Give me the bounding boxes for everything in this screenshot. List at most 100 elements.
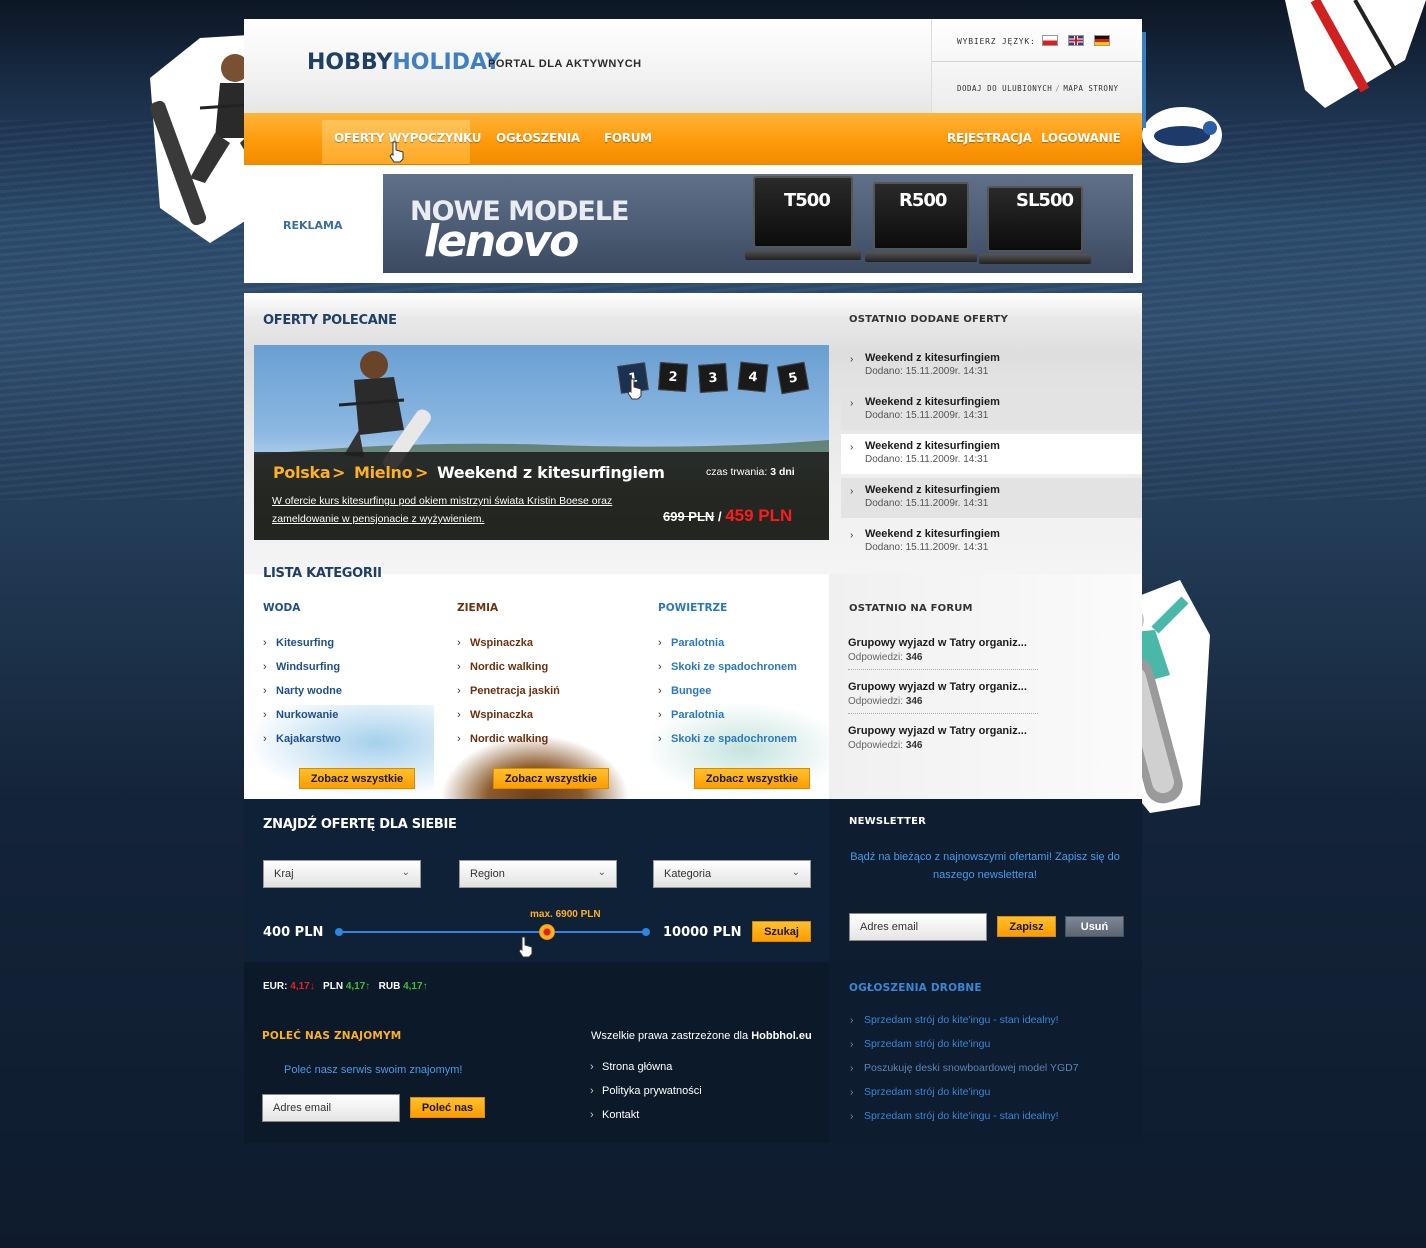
category-link[interactable]: › Nordic walking — [457, 733, 549, 745]
newsletter-text: Bądź na bieżąco z najnowszymi ofertami! … — [850, 851, 1120, 881]
see-all-button[interactable]: Zobacz wszystkie — [694, 768, 810, 789]
footer-link-contact[interactable]: › Kontakt — [590, 1109, 639, 1121]
region-select[interactable]: Region ⌄ — [459, 860, 617, 888]
chevron-right-icon: › — [263, 709, 267, 721]
category-link[interactable]: › Wspinaczka — [457, 709, 533, 721]
slider-max-dot — [642, 928, 650, 936]
footer-link-privacy[interactable]: › Polityka prywatności — [590, 1085, 702, 1097]
favorites-link[interactable]: DODAJ DO ULUBIONYCH — [957, 84, 1052, 93]
register-link[interactable]: REJESTRACJA — [947, 131, 1032, 145]
forum-replies-label: Odpowiedzi: — [848, 652, 904, 663]
search-button[interactable]: Szukaj — [752, 921, 811, 942]
recent-offer-date: Dodano: 15.11.2009r. 14:31 — [865, 454, 989, 465]
hand-cursor-icon — [518, 936, 533, 958]
category-link[interactable]: › Paralotnia — [658, 709, 725, 721]
recent-offer[interactable]: › Weekend z kitesurfingiem Dodano: 15.11.2… — [841, 390, 1142, 430]
classified-item[interactable]: › Sprzedam strój do kite'ingu — [850, 1038, 990, 1050]
currency-code: PLN — [323, 981, 344, 992]
hand-cursor-icon — [627, 378, 642, 400]
categories-title: LISTA KATEGORII — [263, 566, 382, 581]
recent-offer-date: Dodano: 15.11.2009r. 14:31 — [865, 498, 989, 509]
currency-code: RUB — [378, 981, 401, 992]
chevron-right-icon: › — [658, 733, 662, 745]
currency-value: 4,17 — [345, 981, 366, 992]
category-link[interactable]: › Nordic walking — [457, 661, 548, 673]
recent-offer[interactable]: › Weekend z kitesurfingiem Dodano: 15.11.2… — [841, 478, 1142, 518]
category-link-label: Nordic walking — [470, 733, 549, 745]
flag-pl-icon[interactable] — [1042, 35, 1058, 46]
slide-page-2[interactable]: 2 — [658, 362, 688, 392]
new-price: 459 PLN — [725, 506, 793, 525]
classified-item[interactable]: › Poszukuję deski snowboardowej model YGD… — [850, 1062, 1079, 1074]
see-all-button[interactable]: Zobacz wszystkie — [493, 768, 609, 789]
forum-post[interactable]: Grupowy wyjazd w Tatry organiz... Odpowie… — [848, 637, 1038, 670]
nav-item-offers[interactable]: OFERTY WYPOCZYNKU — [334, 131, 482, 145]
forum-replies-label: Odpowiedzi: — [848, 696, 904, 707]
recent-offer-title: Weekend z kitesurfingiem — [865, 352, 1000, 364]
chevron-down-icon: ⌄ — [791, 867, 800, 878]
category-link[interactable]: › Bungee — [658, 685, 711, 697]
offer-description[interactable]: W ofercie kurs kitesurfingu pod okiem mi… — [272, 492, 617, 528]
chevron-right-icon: › — [457, 637, 461, 649]
category-link[interactable]: › Nurkowanie — [263, 709, 338, 721]
classifieds-title: OGŁOSZENIA DROBNE — [849, 982, 982, 994]
category-select[interactable]: Kategoria ⌄ — [653, 860, 811, 888]
category-link-label: Wspinaczka — [470, 709, 533, 721]
crumb-city[interactable]: Mielno — [354, 463, 413, 482]
recommend-title: POLEĆ NAS ZNAJOMYM — [262, 1030, 402, 1042]
footer-link-label: Strona główna — [602, 1061, 673, 1073]
category-link[interactable]: › Windsurfing — [263, 661, 340, 673]
recent-offer-date: Dodano: 15.11.2009r. 14:31 — [865, 366, 989, 377]
crumb-country[interactable]: Polska — [273, 463, 331, 482]
classified-item[interactable]: › Sprzedam strój do kite'ingu - stan idea… — [850, 1014, 1059, 1026]
duration: czas trwania: 3 dni — [706, 466, 795, 478]
country-select[interactable]: Kraj ⌄ — [263, 860, 421, 888]
currency-rates: EUR: 4,17↓ PLN 4,17↑ RUB 4,17↑ — [263, 981, 428, 992]
category-link[interactable]: › Skoki ze spadochronem — [658, 733, 797, 745]
flag-de-icon[interactable] — [1094, 35, 1110, 46]
currency-value: 4,17 — [290, 981, 310, 992]
slide-page-3[interactable]: 3 — [698, 363, 728, 393]
forum-post[interactable]: Grupowy wyjazd w Tatry organiz... Odpowie… — [848, 725, 1038, 751]
category-link-label: Skoki ze spadochronem — [671, 661, 797, 673]
site-logo[interactable]: HOBBYHOLIDAY — [307, 50, 501, 75]
unsubscribe-button[interactable]: Usuń — [1065, 916, 1124, 937]
crumb-offer[interactable]: Weekend z kitesurfingiem — [437, 463, 665, 482]
crumb-sep: > — [415, 463, 429, 482]
category-link-label: Paralotnia — [671, 709, 725, 721]
sitemap-link[interactable]: MAPA STRONY — [1063, 84, 1118, 93]
newsletter-email-input[interactable]: Adres email — [849, 913, 987, 941]
forum-replies-count: 346 — [905, 696, 923, 707]
nav-item-ads[interactable]: OGŁOSZENIA — [496, 131, 580, 145]
category-link[interactable]: › Narty wodne — [263, 685, 342, 697]
chevron-right-icon: › — [658, 661, 662, 673]
logo-part-1: HOBBY — [307, 50, 393, 75]
copyright-site[interactable]: Hobbhol.eu — [751, 1030, 812, 1042]
recent-offer[interactable]: › Weekend z kitesurfingiem Dodano: 15.11.2… — [841, 434, 1142, 474]
flag-en-icon[interactable] — [1068, 35, 1084, 46]
price-slider-handle[interactable] — [538, 924, 555, 940]
model-label: R500 — [899, 190, 947, 211]
classified-item[interactable]: › Sprzedam strój do kite'ingu - stan idea… — [850, 1110, 1059, 1122]
category-link[interactable]: › Skoki ze spadochronem — [658, 661, 797, 673]
login-link[interactable]: LOGOWANIE — [1041, 131, 1121, 145]
region-select-value: Region — [470, 868, 505, 880]
recommend-email-input[interactable]: Adres email — [262, 1094, 400, 1122]
slide-page-5[interactable]: 5 — [776, 361, 810, 395]
footer-link-home[interactable]: › Strona główna — [590, 1061, 673, 1073]
recent-offer[interactable]: › Weekend z kitesurfingiem Dodano: 15.11.2… — [841, 346, 1142, 386]
category-link[interactable]: › Kitesurfing — [263, 637, 334, 649]
subscribe-button[interactable]: Zapisz — [997, 916, 1056, 937]
category-link[interactable]: › Paralotnia — [658, 637, 724, 649]
classified-item[interactable]: › Sprzedam strój do kite'ingu — [850, 1086, 990, 1098]
price-slider-track[interactable] — [339, 931, 646, 933]
nav-item-forum[interactable]: FORUM — [604, 131, 652, 145]
recommend-button[interactable]: Poleć nas — [410, 1097, 485, 1118]
category-link[interactable]: › Penetracja jaskiń — [457, 685, 560, 697]
category-link[interactable]: › Kajakarstwo — [263, 733, 341, 745]
recent-offer[interactable]: › Weekend z kitesurfingiem Dodano: 15.11.2… — [841, 522, 1142, 562]
slide-page-4[interactable]: 4 — [737, 361, 769, 393]
forum-post[interactable]: Grupowy wyjazd w Tatry organiz... Odpowie… — [848, 681, 1038, 714]
category-link[interactable]: › Wspinaczka — [457, 637, 533, 649]
see-all-button[interactable]: Zobacz wszystkie — [299, 768, 415, 789]
